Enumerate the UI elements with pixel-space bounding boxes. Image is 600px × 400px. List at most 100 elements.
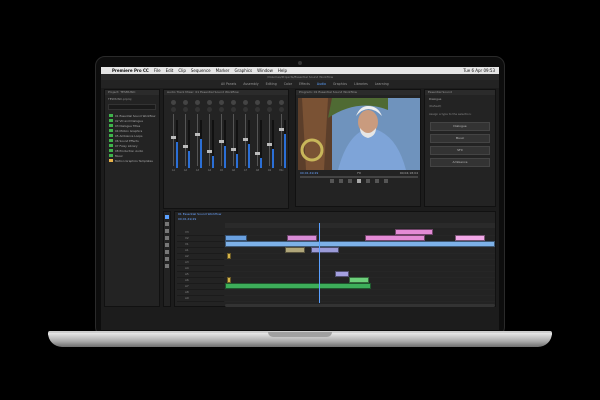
lift-icon[interactable]	[374, 179, 379, 183]
razor-tool-icon[interactable]	[165, 236, 169, 240]
send-knob-icon[interactable]	[219, 107, 224, 112]
send-knob-icon[interactable]	[267, 107, 272, 112]
selection-tool-icon[interactable]	[165, 215, 169, 219]
workspace-tab[interactable]: Graphics	[333, 80, 347, 88]
pan-knob-icon[interactable]	[207, 100, 212, 105]
es-sfx-button[interactable]: SFX	[430, 146, 490, 155]
volume-fader[interactable]	[243, 114, 248, 166]
workspace-tab[interactable]: Learning	[375, 80, 389, 88]
volume-fader[interactable]	[183, 114, 188, 166]
volume-fader[interactable]	[207, 114, 212, 166]
timeline-playhead[interactable]	[319, 223, 320, 303]
es-types-label: Assign a type to the selection:	[429, 112, 472, 116]
volume-fader[interactable]	[171, 114, 176, 166]
pan-knob-icon[interactable]	[195, 100, 200, 105]
project-item-label: 01 Essential Sound Workflow	[115, 113, 156, 118]
workspace-tab[interactable]: Editing	[266, 80, 277, 88]
workspace-tab[interactable]: Assembly	[243, 80, 258, 88]
volume-fader[interactable]	[195, 114, 200, 166]
volume-fader[interactable]	[219, 114, 224, 166]
hand-tool-icon[interactable]	[165, 257, 169, 261]
mixer-panel-header[interactable]: Audio Track Mixer: 01 Essential Sound Wo…	[164, 90, 288, 95]
step-forward-icon[interactable]	[365, 179, 370, 183]
level-meter	[236, 120, 238, 168]
slip-tool-icon[interactable]	[165, 243, 169, 247]
workspace-tab[interactable]: Libraries	[354, 80, 368, 88]
ripple-edit-tool-icon[interactable]	[165, 229, 169, 233]
strip-label: A4	[207, 169, 212, 172]
strip-label: A1	[171, 169, 176, 172]
workspace-tab[interactable]: Effects	[299, 80, 310, 88]
track-lane[interactable]	[225, 295, 495, 302]
mixer-strip: A2	[180, 98, 191, 204]
audio-track-mixer-panel: Audio Track Mixer: 01 Essential Sound Wo…	[163, 89, 289, 209]
workspace-tab-active[interactable]: Audio	[317, 80, 326, 88]
project-item[interactable]: Motion Graphics Templates	[105, 158, 159, 163]
es-dialogue-button[interactable]: Dialogue	[430, 122, 490, 131]
step-back-icon[interactable]	[348, 179, 353, 183]
menu-marker[interactable]: Marker	[216, 67, 230, 74]
volume-fader[interactable]	[255, 114, 260, 166]
workspace-tab[interactable]: All Panels	[221, 80, 236, 88]
send-knob-icon[interactable]	[195, 107, 200, 112]
menubar-clock: Tue 6 Apr 09:53	[463, 68, 495, 73]
project-item-color-icon	[109, 144, 113, 147]
menu-app-name[interactable]: Premiere Pro CC	[112, 67, 149, 74]
pan-knob-icon[interactable]	[267, 100, 272, 105]
menu-window[interactable]: Window	[257, 67, 273, 74]
project-item-label: 06 Sound Effects	[115, 138, 139, 143]
export-frame-icon[interactable]	[383, 179, 388, 183]
menu-graphics[interactable]: Graphics	[234, 67, 252, 74]
strip-label: A8	[255, 169, 260, 172]
program-duration: 00;04;18;04	[399, 171, 418, 175]
send-knob-icon[interactable]	[171, 107, 176, 112]
pan-knob-icon[interactable]	[219, 100, 224, 105]
program-fit-select[interactable]: Fit	[357, 171, 361, 175]
pen-tool-icon[interactable]	[165, 250, 169, 254]
pan-knob-icon[interactable]	[231, 100, 236, 105]
program-scrub-bar[interactable]	[300, 176, 418, 178]
es-clip-label: Dialogue	[429, 97, 442, 101]
menu-sequence[interactable]: Sequence	[191, 67, 211, 74]
volume-fader[interactable]	[279, 114, 284, 166]
level-meter	[188, 120, 190, 168]
es-ambience-button[interactable]: Ambience	[430, 158, 490, 167]
pan-knob-icon[interactable]	[183, 100, 188, 105]
es-music-button[interactable]: Music	[430, 134, 490, 143]
program-panel-header[interactable]: Program: 01 Essential Sound Workflow	[296, 90, 420, 95]
send-knob-icon[interactable]	[231, 107, 236, 112]
send-knob-icon[interactable]	[183, 107, 188, 112]
timeline-timecode[interactable]: 00;01;49;29	[175, 217, 495, 222]
track-select-tool-icon[interactable]	[165, 222, 169, 226]
play-icon[interactable]	[357, 179, 361, 183]
menu-edit[interactable]: Edit	[166, 67, 174, 74]
send-knob-icon[interactable]	[243, 107, 248, 112]
project-item-label: Music	[115, 153, 123, 158]
menu-help[interactable]: Help	[278, 67, 287, 74]
project-search-input[interactable]	[108, 104, 156, 110]
level-meter	[260, 120, 262, 168]
volume-fader[interactable]	[267, 114, 272, 166]
send-knob-icon[interactable]	[255, 107, 260, 112]
mixer-strip: A7	[240, 98, 251, 204]
pan-knob-icon[interactable]	[255, 100, 260, 105]
program-video-frame[interactable]	[298, 98, 420, 170]
send-knob-icon[interactable]	[279, 107, 284, 112]
track-header[interactable]: A9	[177, 295, 224, 302]
workspace-tab[interactable]: Color	[284, 80, 292, 88]
pan-knob-icon[interactable]	[171, 100, 176, 105]
pan-knob-icon[interactable]	[243, 100, 248, 105]
mark-out-icon[interactable]	[339, 179, 344, 183]
volume-fader[interactable]	[231, 114, 236, 166]
type-tool-icon[interactable]	[165, 264, 169, 268]
timeline-scrollbar[interactable]	[225, 304, 495, 307]
mark-in-icon[interactable]	[330, 179, 335, 183]
send-knob-icon[interactable]	[207, 107, 212, 112]
level-meter	[248, 120, 250, 168]
timeline-ruler[interactable]	[225, 223, 495, 228]
mixer-strip: A4	[204, 98, 215, 204]
menu-file[interactable]: File	[154, 67, 161, 74]
menu-clip[interactable]: Clip	[178, 67, 186, 74]
program-timecode[interactable]: 00;01;49;29	[300, 171, 318, 175]
pan-knob-icon[interactable]	[279, 100, 284, 105]
